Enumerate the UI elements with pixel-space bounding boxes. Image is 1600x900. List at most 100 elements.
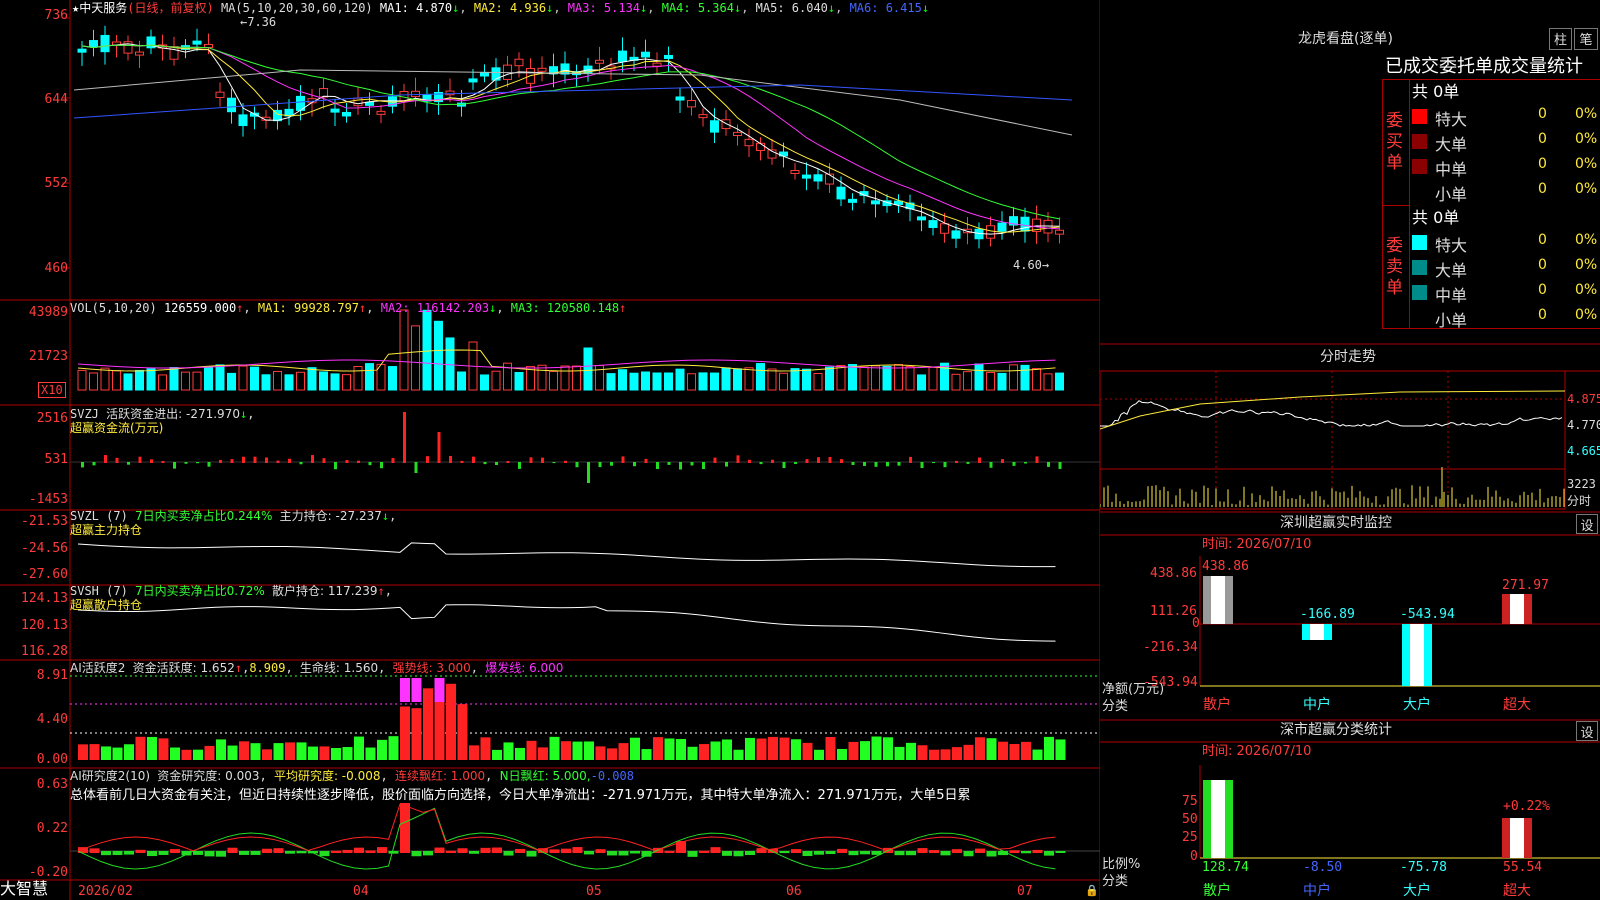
- tick-mode-button[interactable]: 笔: [1574, 28, 1598, 50]
- research-bar: [952, 849, 962, 853]
- activity-bar: [664, 738, 675, 760]
- candle: [100, 34, 110, 53]
- vol-bar: [848, 364, 857, 391]
- flow-bar: [219, 459, 222, 463]
- flow-bar: [552, 462, 556, 464]
- activity-bar: [411, 708, 422, 760]
- activity-bar: [676, 738, 686, 760]
- activity-bar: [595, 746, 606, 760]
- candle: [836, 186, 846, 200]
- activity-bar: [630, 737, 640, 760]
- research-bar: [423, 851, 433, 856]
- vol-bar: [411, 325, 420, 391]
- activity-bar: [526, 740, 537, 760]
- flow-bar: [460, 460, 464, 463]
- flow-bar: [104, 455, 107, 463]
- vol-bar: [560, 365, 570, 391]
- cls-settings-button[interactable]: 设: [1576, 721, 1598, 741]
- flow-bar: [736, 455, 740, 463]
- research-bar: [1032, 849, 1043, 853]
- activity-bar: [837, 748, 847, 760]
- flow-bar: [518, 462, 521, 469]
- candle: [480, 72, 489, 77]
- flow-bar: [564, 460, 567, 463]
- intraday-unit: 分时: [1567, 494, 1592, 508]
- candle: [721, 119, 731, 130]
- candle: [997, 222, 1007, 232]
- sz-settings-button[interactable]: 设: [1576, 514, 1598, 534]
- activity-bar: [1009, 744, 1020, 760]
- research-bar: [492, 847, 502, 853]
- vol-bar: [158, 374, 167, 391]
- buy-row: 中单 0 0%: [1410, 154, 1600, 179]
- candle: [169, 46, 179, 60]
- candle: [733, 131, 742, 137]
- sz-bar-value: 438.86: [1202, 559, 1249, 574]
- ma4-value: MA4: 5.364: [661, 1, 734, 15]
- flow-bar: [805, 459, 809, 463]
- cls-cat: 中户: [1303, 883, 1331, 899]
- activity-bar: [653, 737, 663, 760]
- vol-bar: [457, 371, 466, 391]
- intraday-chart[interactable]: [1100, 371, 1600, 511]
- flow-bar: [897, 462, 901, 466]
- ai2-header: AI研究度2(10) 资金研究度: 0.003, 平均研究度: -0.008, …: [70, 769, 634, 783]
- research-bar: [733, 851, 744, 857]
- candle: [825, 173, 834, 185]
- bar-mode-button[interactable]: 柱: [1549, 28, 1572, 50]
- activity-bar: [204, 745, 215, 760]
- price-panel-header: ★中天服务(日线，前复权) MA(5,10,20,30,60,120) MA1:…: [72, 1, 930, 15]
- research-bar: [1021, 851, 1031, 854]
- flow-bar: [794, 462, 797, 464]
- vol-bar: [307, 367, 317, 391]
- candle: [537, 67, 547, 72]
- research-bar: [917, 848, 928, 853]
- candle: [227, 97, 236, 113]
- cls-value: -8.50: [1303, 860, 1343, 875]
- cls-axis-tick: 75: [1182, 794, 1198, 809]
- vol-bar: [698, 372, 708, 391]
- research-bar: [929, 850, 939, 853]
- activity-bar: [699, 744, 709, 760]
- candle: [192, 40, 202, 45]
- research-bar: [963, 851, 974, 857]
- vol-bar: [618, 369, 627, 391]
- research-bar: [722, 851, 732, 856]
- ma1-value: MA1: 4.870: [379, 1, 453, 15]
- high-price-label: ←7.36: [240, 15, 277, 29]
- svzl-line: [77, 542, 1056, 568]
- buy-order-table: 共 0单 特大 0 0% 大单 0 0% 中单 0 0% 小单 0 0%: [1410, 80, 1600, 205]
- flow-bar: [380, 462, 383, 469]
- cls-value: 55.54: [1503, 860, 1543, 875]
- activity-bar: [308, 746, 318, 760]
- flow-bar: [748, 459, 751, 463]
- flow-bar: [299, 462, 303, 465]
- lock-icon[interactable]: 🔒: [1085, 884, 1099, 898]
- sz-bar-edge: [1302, 624, 1310, 640]
- vol-bar: [859, 366, 869, 391]
- activity-bar: [745, 737, 755, 760]
- stock-name[interactable]: 中天服务: [79, 1, 127, 15]
- research-bar: [745, 851, 755, 856]
- activity-bar: [480, 737, 491, 760]
- vol-unit-badge[interactable]: X10: [38, 382, 66, 398]
- cls-cat: 大户: [1403, 883, 1431, 899]
- sell-row: 中单 0 0%: [1410, 280, 1600, 305]
- flow-bar: [909, 456, 912, 463]
- vol-bar: [284, 374, 294, 391]
- svsh-axis-tick: 116.28: [21, 644, 68, 659]
- cls-cat-label: 分类: [1102, 874, 1129, 889]
- activity-bar: [285, 742, 295, 760]
- stock-chart-area[interactable]: [0, 0, 1100, 900]
- activity-bar: [354, 736, 364, 760]
- adjust-mode[interactable]: (日线，前复权): [127, 1, 213, 15]
- svsh-axis-tick: 120.13: [21, 618, 68, 633]
- research-bar: [89, 848, 100, 853]
- vol-header: VOL(5,10,20) 126559.000↑, MA1: 99928.797…: [70, 301, 627, 315]
- flow-bar: [932, 462, 935, 464]
- sell-row: 小单 0 0%: [1435, 307, 1598, 330]
- vol-bar: [135, 369, 144, 391]
- flow-bar: [115, 457, 119, 463]
- sz-bar-edge: [1324, 624, 1332, 640]
- activity-bar: [1055, 739, 1066, 760]
